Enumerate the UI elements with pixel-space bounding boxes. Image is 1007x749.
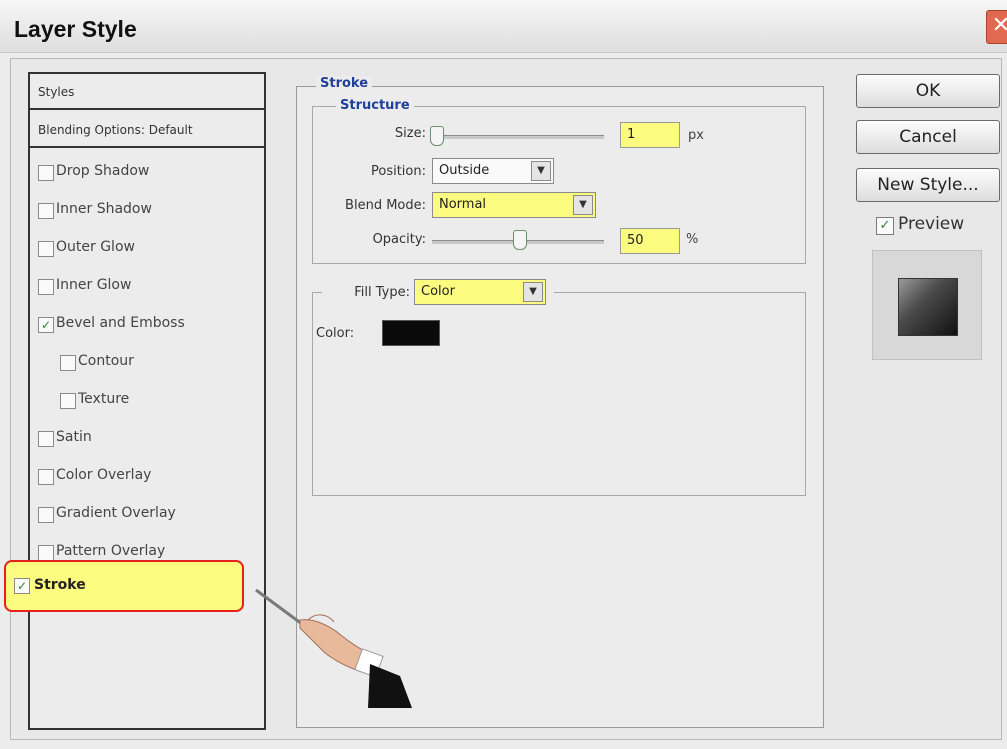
style-item-label: Satin [56, 429, 92, 445]
blending-options-item[interactable]: Blending Options: Default [30, 112, 264, 148]
style-item-label: Inner Glow [56, 277, 132, 293]
preview-checkbox[interactable]: ✓ [876, 217, 894, 235]
opacity-label: Opacity: [372, 232, 426, 247]
fill-type-value: Color [421, 284, 455, 299]
style-item-inner-shadow[interactable]: Inner Shadow [30, 192, 264, 230]
color-swatch[interactable] [382, 320, 440, 346]
checkbox[interactable] [38, 203, 54, 219]
size-label: Size: [394, 126, 426, 141]
preview-thumbnail [898, 278, 958, 336]
checkbox[interactable] [60, 393, 76, 409]
chevron-down-icon[interactable]: ▼ [573, 195, 593, 215]
style-item-texture[interactable]: Texture [30, 382, 264, 420]
style-item-color-overlay[interactable]: Color Overlay [30, 458, 264, 496]
layer-style-dialog: Layer Style ✕ Styles Blending Options: D… [0, 0, 1007, 749]
style-item-label: Contour [78, 353, 134, 369]
style-item-label: Texture [78, 391, 130, 407]
title-bar: Layer Style ✕ [0, 0, 1007, 53]
checkbox[interactable] [60, 355, 76, 371]
close-icon[interactable]: ✕ [986, 10, 1007, 44]
checkbox[interactable] [38, 165, 54, 181]
dialog-title: Layer Style [14, 16, 137, 42]
blend-mode-label: Blend Mode: [345, 198, 426, 213]
style-item-contour[interactable]: Contour [30, 344, 264, 382]
fill-type-select[interactable]: Color ▼ [414, 279, 546, 305]
new-style-button[interactable]: New Style... [856, 168, 1000, 202]
fill-type-label: Fill Type: [354, 285, 410, 300]
style-item-label: Drop Shadow [56, 163, 150, 179]
style-item-label: Pattern Overlay [56, 543, 166, 559]
position-value: Outside [439, 163, 490, 178]
chevron-down-icon[interactable]: ▼ [531, 161, 551, 181]
position-label: Position: [371, 164, 426, 179]
style-item-inner-glow[interactable]: Inner Glow [30, 268, 264, 306]
style-item-outer-glow[interactable]: Outer Glow [30, 230, 264, 268]
checkbox[interactable] [38, 241, 54, 257]
style-item-label: Bevel and Emboss [56, 315, 185, 331]
size-slider-thumb[interactable] [430, 126, 444, 146]
position-select[interactable]: Outside ▼ [432, 158, 554, 184]
style-item-gradient-overlay[interactable]: Gradient Overlay [30, 496, 264, 534]
styles-list: Styles Blending Options: Default Drop Sh… [28, 72, 266, 730]
style-item-label: Stroke [34, 577, 86, 593]
checkbox[interactable] [38, 279, 54, 295]
style-item-stroke[interactable]: ✓ Stroke [4, 560, 244, 612]
color-label: Color: [316, 326, 355, 341]
checkbox[interactable] [38, 431, 54, 447]
opacity-slider-thumb[interactable] [513, 230, 527, 250]
checkbox[interactable] [38, 545, 54, 561]
blend-mode-value: Normal [439, 197, 487, 212]
style-item-label: Outer Glow [56, 239, 135, 255]
blend-mode-select[interactable]: Normal ▼ [432, 192, 596, 218]
size-input[interactable]: 1 [620, 122, 680, 148]
style-item-drop-shadow[interactable]: Drop Shadow [30, 154, 264, 192]
pointing-hand-icon [255, 588, 412, 708]
checkbox-checked[interactable]: ✓ [14, 578, 30, 594]
size-unit: px [688, 128, 704, 143]
structure-title: Structure [336, 98, 414, 113]
chevron-down-icon[interactable]: ▼ [523, 282, 543, 302]
style-item-label: Color Overlay [56, 467, 152, 483]
checkbox[interactable] [38, 507, 54, 523]
style-item-satin[interactable]: Satin [30, 420, 264, 458]
cancel-button[interactable]: Cancel [856, 120, 1000, 154]
style-item-label: Inner Shadow [56, 201, 152, 217]
style-item-bevel-and-emboss[interactable]: ✓ Bevel and Emboss [30, 306, 264, 344]
size-slider-track[interactable] [432, 135, 604, 139]
ok-button[interactable]: OK [856, 74, 1000, 108]
opacity-input[interactable]: 50 [620, 228, 680, 254]
style-item-label: Gradient Overlay [56, 505, 176, 521]
stroke-panel-title: Stroke [316, 76, 373, 91]
styles-header[interactable]: Styles [30, 74, 264, 110]
preview-label: Preview [898, 214, 965, 234]
checkbox-checked[interactable]: ✓ [38, 317, 54, 333]
checkbox[interactable] [38, 469, 54, 485]
opacity-unit: % [686, 232, 699, 247]
